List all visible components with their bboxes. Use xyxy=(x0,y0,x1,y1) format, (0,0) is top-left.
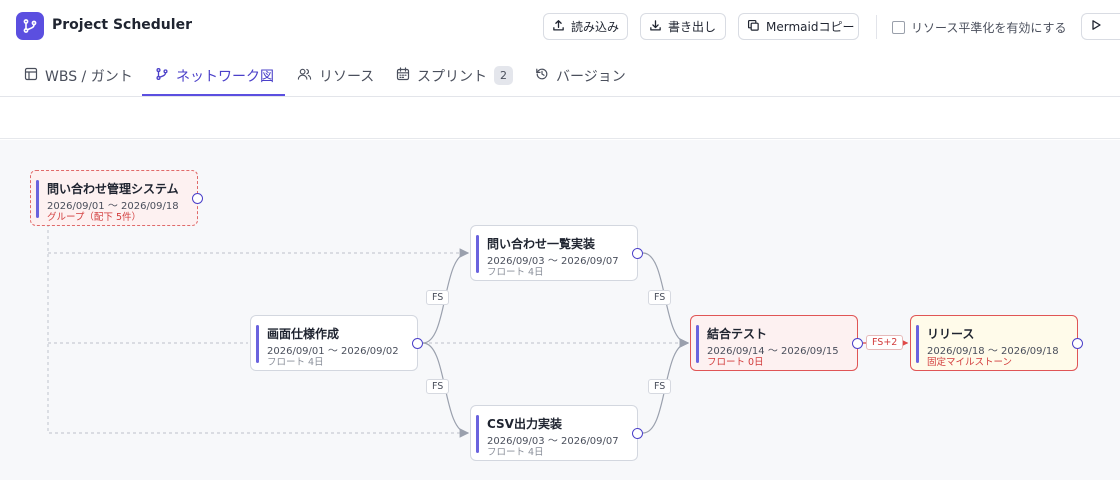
sprint-count-badge: 2 xyxy=(494,66,513,85)
node-subtext: フロート 4日 xyxy=(267,357,324,368)
mermaid-copy-button[interactable]: Mermaidコピー xyxy=(738,13,859,40)
play-icon xyxy=(1090,19,1102,34)
node-title: CSV出力実装 xyxy=(487,417,562,431)
app-logo xyxy=(16,12,44,40)
node-subtext: フロート 4日 xyxy=(487,447,544,458)
active-tab-indicator xyxy=(142,94,285,96)
export-label: 書き出し xyxy=(668,20,717,34)
history-icon xyxy=(535,67,549,85)
node-title: リリース xyxy=(927,327,975,341)
edge-label-d-e: FS+2 xyxy=(866,335,904,350)
tab-versions[interactable]: バージョン xyxy=(535,54,626,97)
task-node-group[interactable]: 問い合わせ管理システム 2026/09/01 〜 2026/09/18 グループ… xyxy=(30,170,203,226)
node-subtext: フロート 4日 xyxy=(487,267,544,278)
run-button[interactable] xyxy=(1081,13,1120,40)
calendar-icon xyxy=(396,66,410,85)
task-node-release-milestone[interactable]: リリース 2026/09/18 〜 2026/09/18 固定マイルストーン xyxy=(910,315,1083,371)
tab-wbs-gantt[interactable]: WBS / ガント xyxy=(24,54,133,97)
tab-label: WBS / ガント xyxy=(45,68,133,85)
node-accent-bar xyxy=(696,325,699,363)
tab-resources[interactable]: リソース xyxy=(297,54,374,97)
node-title: 画面仕様作成 xyxy=(267,327,340,341)
node-output-port[interactable] xyxy=(852,338,863,349)
tab-label: スプリント xyxy=(417,68,487,85)
leveling-checkbox[interactable] xyxy=(892,21,905,34)
node-subtext: フロート 0日 xyxy=(707,357,764,368)
node-output-port[interactable] xyxy=(632,248,643,259)
branch-icon xyxy=(155,67,169,85)
node-output-port[interactable] xyxy=(412,338,423,349)
node-output-port[interactable] xyxy=(632,428,643,439)
node-output-port[interactable] xyxy=(1072,338,1083,349)
node-accent-bar xyxy=(916,325,919,363)
node-accent-bar xyxy=(476,235,479,273)
node-title: 結合テスト xyxy=(707,327,768,341)
tab-network[interactable]: ネットワーク図 xyxy=(155,54,274,97)
task-node-csv-export[interactable]: CSV出力実装 2026/09/03 〜 2026/09/07 フロート 4日 xyxy=(470,405,643,461)
node-subtext: グループ（配下 5件） xyxy=(47,212,141,223)
task-node-screen-spec[interactable]: 画面仕様作成 2026/09/01 〜 2026/09/02 フロート 4日 xyxy=(250,315,423,371)
edge-label-a-c: FS xyxy=(426,379,450,394)
toolbar-divider xyxy=(876,15,877,39)
node-accent-bar xyxy=(256,325,259,363)
edge-label-c-d: FS xyxy=(648,379,672,394)
network-diagram-canvas[interactable]: FS FS FS FS FS+2 問い合わせ管理システム 2026/09/01 … xyxy=(0,140,1120,480)
mermaid-label: Mermaidコピー xyxy=(766,20,855,34)
tab-label: バージョン xyxy=(556,68,626,85)
node-output-port[interactable] xyxy=(192,193,203,204)
view-tabs: WBS / ガント ネットワーク図 リソース スプリント 2 バージョン xyxy=(0,54,1120,97)
table-icon xyxy=(24,67,38,85)
tab-label: ネットワーク図 xyxy=(176,68,274,85)
leveling-label: リソース平準化を有効にする xyxy=(911,21,1067,35)
leveling-toggle[interactable]: リソース平準化を有効にする xyxy=(892,19,1067,36)
export-button[interactable]: 書き出し xyxy=(640,13,726,40)
import-label: 読み込み xyxy=(571,20,620,34)
upload-icon xyxy=(552,19,565,35)
node-title: 問い合わせ一覧実装 xyxy=(487,237,596,251)
node-accent-bar xyxy=(36,180,39,218)
copy-icon xyxy=(747,19,760,35)
app-header: Project Scheduler 読み込み 書き出し Mermaidコピー リ… xyxy=(0,0,1120,54)
users-icon xyxy=(297,67,312,85)
node-accent-bar xyxy=(476,415,479,453)
task-node-inquiry-list[interactable]: 問い合わせ一覧実装 2026/09/03 〜 2026/09/07 フロート 4… xyxy=(470,225,643,281)
tab-sprint[interactable]: スプリント 2 xyxy=(396,54,513,97)
app-title: Project Scheduler xyxy=(52,17,192,33)
node-subtext: 固定マイルストーン xyxy=(927,357,1013,368)
edge-label-b-d: FS xyxy=(648,290,672,305)
tab-label: リソース xyxy=(319,68,375,85)
node-title: 問い合わせ管理システム xyxy=(47,182,179,196)
import-button[interactable]: 読み込み xyxy=(543,13,628,40)
network-toolbar xyxy=(0,97,1120,139)
edge-label-a-b: FS xyxy=(426,290,450,305)
download-icon xyxy=(649,19,662,35)
task-node-integration-test[interactable]: 結合テスト 2026/09/14 〜 2026/09/15 フロート 0日 xyxy=(690,315,863,371)
